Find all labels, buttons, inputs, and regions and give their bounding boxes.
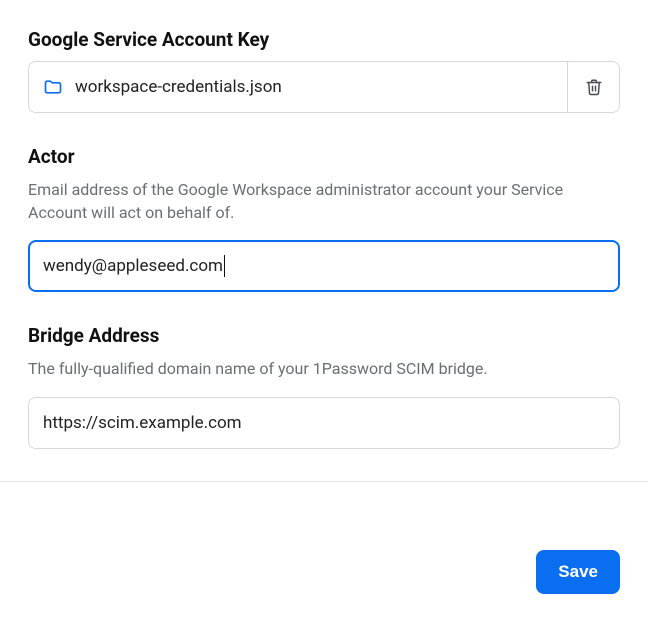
bridge-description: The fully-qualified domain name of your …	[28, 357, 620, 380]
bridge-input[interactable]	[28, 397, 620, 449]
footer: Save	[536, 550, 620, 594]
text-caret	[224, 255, 225, 277]
service-key-label: Google Service Account Key	[28, 28, 620, 51]
folder-icon	[43, 77, 63, 97]
footer-divider	[0, 481, 648, 482]
delete-file-button[interactable]	[567, 62, 619, 112]
trash-icon	[585, 78, 603, 96]
service-key-file-picker[interactable]: workspace-credentials.json	[29, 62, 567, 112]
service-key-file-row: workspace-credentials.json	[28, 61, 620, 113]
actor-description: Email address of the Google Workspace ad…	[28, 178, 620, 224]
save-button[interactable]: Save	[536, 550, 620, 594]
bridge-label: Bridge Address	[28, 324, 620, 347]
actor-input-value: wendy@appleseed.com	[43, 256, 223, 276]
service-key-section: Google Service Account Key workspace-cre…	[28, 28, 620, 113]
actor-section: Actor Email address of the Google Worksp…	[28, 145, 620, 292]
service-key-filename: workspace-credentials.json	[75, 77, 282, 97]
actor-label: Actor	[28, 145, 620, 168]
actor-input[interactable]: wendy@appleseed.com	[28, 240, 620, 292]
bridge-section: Bridge Address The fully-qualified domai…	[28, 324, 620, 448]
